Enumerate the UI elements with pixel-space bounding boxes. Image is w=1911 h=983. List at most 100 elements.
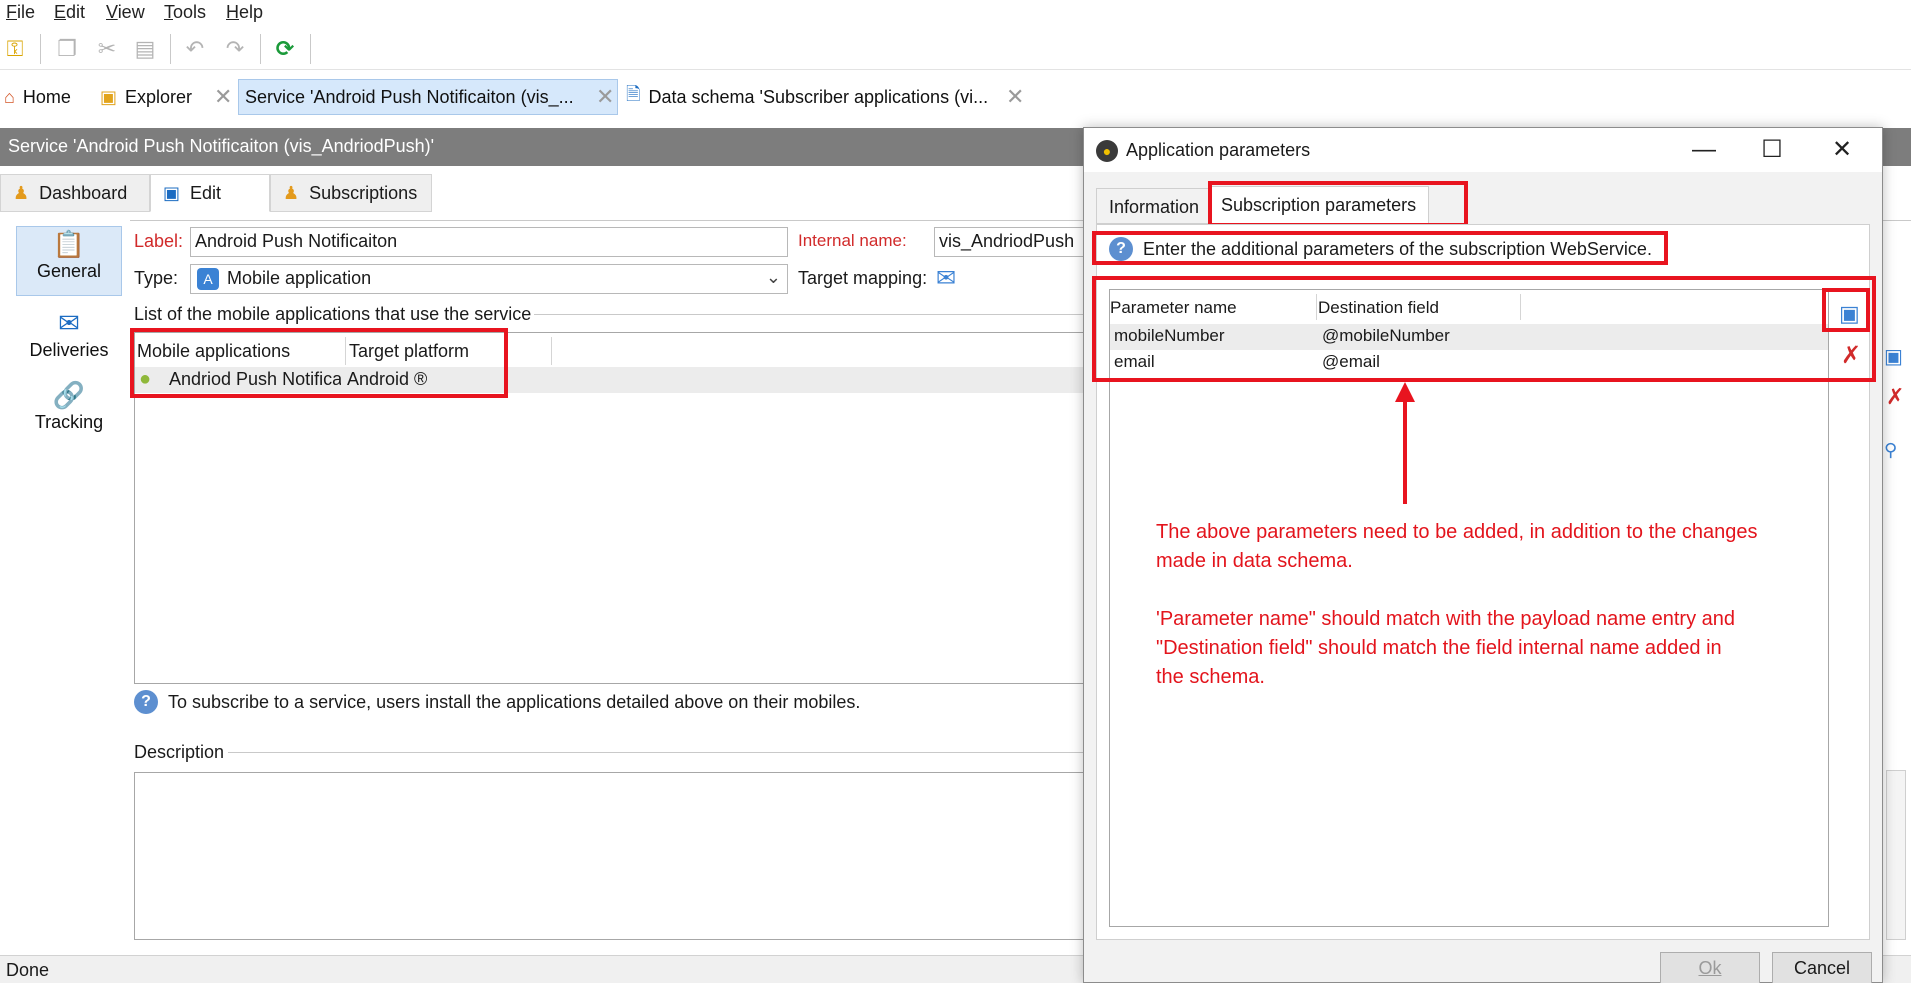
tab-home[interactable]: ⌂ Home — [4, 79, 71, 115]
annotation-spacer — [1156, 576, 1758, 605]
annotation-line: made in data schema. — [1156, 550, 1353, 572]
hint-row: ? To subscribe to a service, users insta… — [134, 690, 860, 714]
tab-service-label: Service 'Android Push Notificaiton (vis_… — [245, 86, 574, 107]
undo-icon[interactable]: ↶ — [182, 36, 208, 62]
target-mapping-caption: Target mapping: — [798, 268, 928, 288]
annotation-line: the schema. — [1156, 666, 1265, 688]
person-icon: ♟ — [283, 182, 300, 203]
type-caption: Type: — [134, 268, 179, 288]
description-textarea[interactable] — [134, 772, 1084, 940]
menu-view[interactable]: View — [106, 2, 145, 23]
nav-tracking[interactable]: 🔗 Tracking — [16, 378, 122, 448]
divider — [228, 752, 1084, 753]
schema-icon: 🗎 — [626, 84, 641, 104]
minimize-icon[interactable]: — — [1684, 134, 1724, 166]
cancel-button-label: Cancel — [1793, 958, 1851, 978]
zoom-icon[interactable]: ⚲ — [1884, 440, 1897, 461]
type-select[interactable]: A Mobile application ⌄ — [190, 264, 788, 294]
form-icon: ▣ — [163, 182, 181, 203]
tab-strip: ⌂ Home ▣ Explorer ✕ Service 'Android Pus… — [0, 74, 1911, 120]
highlight-box-add — [1822, 288, 1870, 332]
toolbar-separator — [260, 34, 261, 64]
menu-file[interactable]: File — [6, 2, 35, 23]
nav-general-label: General — [36, 261, 102, 281]
highlight-box-table — [1092, 276, 1876, 382]
tab-subscriptions[interactable]: ♟ Subscriptions — [270, 174, 432, 212]
tab-explorer-label: Explorer — [125, 86, 193, 107]
chevron-down-icon[interactable]: ⌄ — [766, 267, 781, 288]
annotation-text: The above parameters need to be added, i… — [1156, 518, 1758, 692]
cancel-button[interactable]: Cancel — [1772, 952, 1872, 983]
tab-data-schema[interactable]: 🗎 Data schema 'Subscriber applications (… — [626, 79, 988, 115]
menu-edit[interactable]: Edit — [54, 2, 85, 23]
annotation-line: 'Parameter name" should match with the p… — [1156, 608, 1736, 630]
internal-name-caption: Internal name: — [798, 231, 907, 250]
link-icon: 🔗 — [52, 380, 86, 410]
help-icon: ? — [134, 690, 158, 714]
close-icon[interactable]: ✕ — [596, 84, 614, 110]
close-icon[interactable]: ✕ — [1822, 134, 1862, 166]
highlight-box-apps — [130, 328, 508, 398]
maximize-icon[interactable]: ☐ — [1752, 134, 1792, 166]
tab-edit[interactable]: ▣ Edit — [150, 174, 270, 212]
tab-information[interactable]: Information — [1096, 188, 1213, 224]
highlight-box-tab — [1208, 181, 1468, 227]
delete-icon[interactable]: ✗ — [1886, 384, 1904, 410]
cut-icon[interactable]: ✂ — [94, 36, 120, 62]
apps-list-caption: List of the mobile applications that use… — [134, 304, 532, 324]
app-logo-icon: ● — [1096, 140, 1118, 162]
highlight-box-info — [1092, 231, 1668, 265]
target-mapping-icon[interactable]: ✉ — [936, 264, 956, 293]
clipboard-icon: 📋 — [52, 229, 86, 259]
description-caption: Description — [134, 742, 225, 762]
home-icon: ⌂ — [4, 86, 15, 107]
nav-deliveries-label: Deliveries — [29, 340, 109, 360]
close-icon[interactable]: ✕ — [214, 84, 232, 110]
menu-tools[interactable]: Tools — [164, 2, 206, 23]
ok-button[interactable]: Ok — [1660, 952, 1760, 983]
annotation-line: The above parameters need to be added, i… — [1156, 521, 1758, 543]
tab-schema-label: Data schema 'Subscriber applications (vi… — [648, 86, 989, 107]
envelope-icon: ✉ — [58, 308, 80, 338]
person-icon: ♟ — [13, 182, 30, 203]
internal-name-input[interactable]: vis_AndriodPush — [934, 227, 1094, 257]
tab-dashboard-label: Dashboard — [39, 182, 128, 203]
toolbar-separator — [40, 34, 41, 64]
folder-icon: ▣ — [100, 86, 118, 107]
tab-home-label: Home — [22, 86, 71, 107]
tab-dashboard[interactable]: ♟ Dashboard — [0, 174, 150, 212]
label-caption: Label: — [134, 231, 184, 251]
dialog-title-bar: ● Application parameters — ☐ ✕ — [1084, 128, 1882, 172]
paste-icon[interactable]: ▤ — [132, 36, 158, 62]
copy-icon[interactable]: ❐ — [54, 36, 80, 62]
label-input[interactable]: Android Push Notificaiton — [190, 227, 788, 257]
type-value: Mobile application — [227, 268, 372, 288]
hint-text: To subscribe to a service, users install… — [168, 691, 861, 712]
tab-explorer[interactable]: ▣ Explorer — [100, 79, 192, 115]
annotation-line: "Destination field" should match the fie… — [1156, 637, 1722, 659]
tab-edit-label: Edit — [190, 182, 222, 203]
menu-bar: File Edit View Tools Help — [0, 0, 1911, 28]
refresh-icon[interactable]: ⟳ — [272, 36, 298, 62]
nav-general[interactable]: 📋 General — [16, 226, 122, 296]
app-type-icon: A — [197, 268, 219, 290]
close-icon[interactable]: ✕ — [1006, 84, 1024, 110]
ok-button-label: Ok — [1698, 958, 1722, 978]
key-icon[interactable]: ⚿ — [2, 36, 28, 62]
nav-deliveries[interactable]: ✉ Deliveries — [16, 306, 122, 376]
application-parameters-dialog: ● Application parameters — ☐ ✕ Informati… — [1083, 127, 1883, 983]
toolbar-separator — [310, 34, 311, 64]
nav-tracking-label: Tracking — [34, 412, 104, 432]
tab-subscriptions-label: Subscriptions — [309, 182, 418, 203]
add-icon[interactable]: ▣ — [1884, 344, 1903, 369]
toolbar-separator — [170, 34, 171, 64]
column-divider — [551, 337, 552, 365]
toolbar: ⚿ ❐ ✂ ▤ ↶ ↷ ⟳ — [0, 28, 1911, 70]
tab-service[interactable]: Service 'Android Push Notificaiton (vis_… — [238, 79, 618, 115]
redo-icon[interactable]: ↷ — [222, 36, 248, 62]
menu-help[interactable]: Help — [226, 2, 263, 23]
annotation-arrow — [1395, 382, 1415, 504]
editor-subtabs: ♟ Dashboard ▣ Edit ♟ Subscriptions — [0, 172, 1100, 212]
dialog-title: Application parameters — [1126, 140, 1311, 160]
scrollbar[interactable] — [1886, 770, 1906, 940]
